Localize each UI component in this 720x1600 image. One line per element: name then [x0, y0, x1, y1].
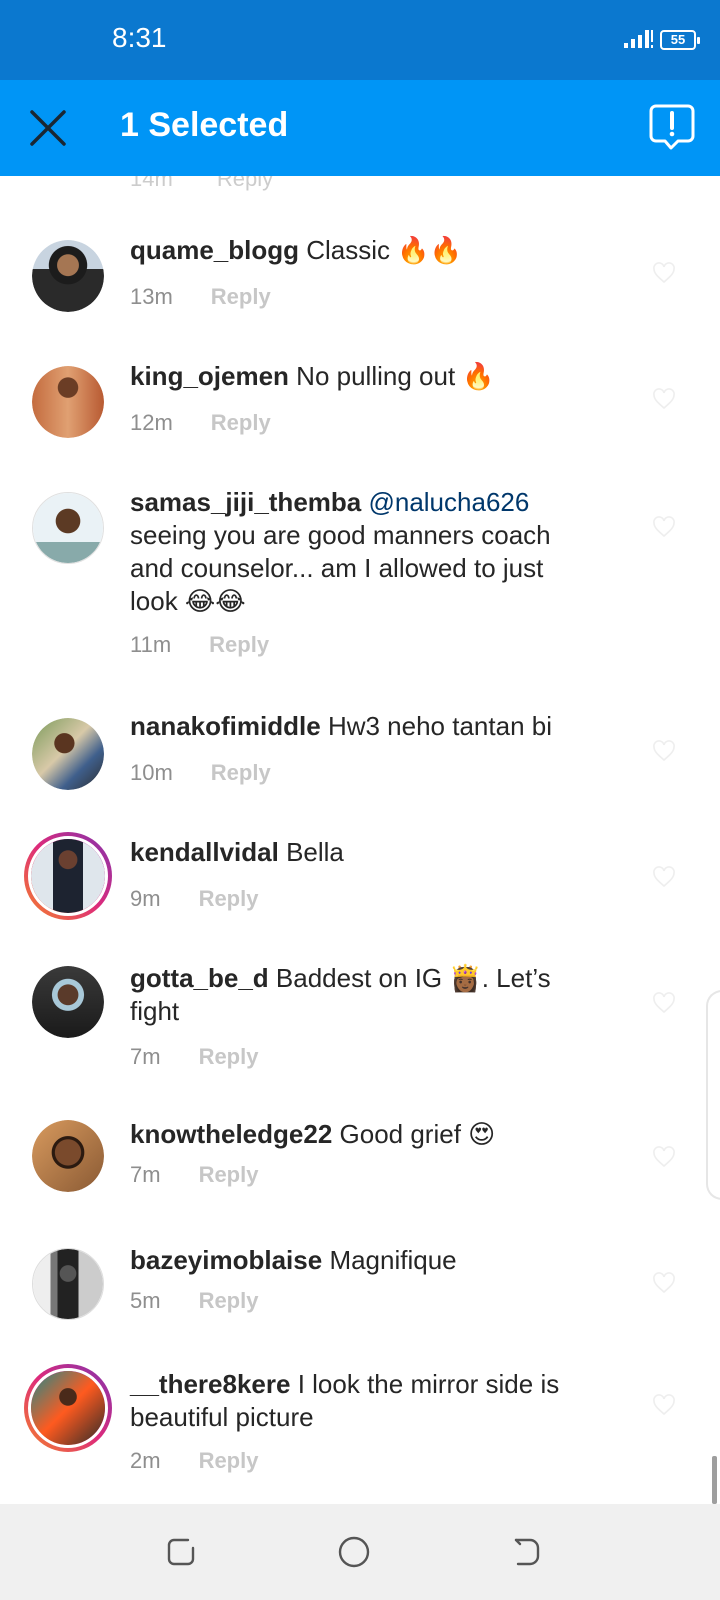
comment-meta: 5m Reply	[130, 1288, 258, 1314]
comment-text: gotta_be_d Baddest on IG 👸🏾. Let’s fight	[130, 962, 590, 1028]
avatar[interactable]	[32, 492, 104, 564]
reply-link[interactable]: Reply	[199, 1448, 259, 1473]
reply-link[interactable]: Reply	[211, 284, 271, 309]
reply-link[interactable]: Reply	[199, 1288, 259, 1313]
reply-link[interactable]: Reply	[199, 1044, 259, 1069]
comment-time: 5m	[130, 1288, 161, 1313]
comment-meta: 13m Reply	[130, 284, 271, 310]
comment-time: 14m	[130, 176, 173, 191]
scrollbar-thumb[interactable]	[712, 1456, 717, 1504]
signal-icon	[624, 30, 653, 48]
status-time: 8:31	[112, 22, 167, 53]
edge-panel-handle[interactable]	[706, 990, 720, 1200]
selection-action-bar: 1 Selected	[0, 80, 720, 176]
comment-text: king_ojemen No pulling out 🔥	[130, 360, 590, 393]
comment-body: Hw3 neho tantan bi	[327, 711, 552, 741]
avatar-story-ring[interactable]	[24, 1364, 112, 1452]
recent-apps-icon[interactable]	[164, 1534, 200, 1570]
comment-time: 12m	[130, 410, 173, 435]
comment-body: seeing you are good manners coach and co…	[130, 520, 551, 616]
comment-text: kendallvidal Bella	[130, 836, 590, 869]
comment-time: 13m	[130, 284, 173, 309]
comment-username[interactable]: quame_blogg	[130, 235, 299, 265]
comment-body: Bella	[286, 837, 344, 867]
back-icon[interactable]	[508, 1534, 544, 1570]
system-nav-bar	[0, 1504, 720, 1600]
comment-meta: 2m Reply	[130, 1448, 258, 1474]
reply-link[interactable]: Reply	[199, 886, 259, 911]
comment-time: 7m	[130, 1162, 161, 1187]
comment-meta: 7m Reply	[130, 1044, 258, 1070]
comment-meta: 12m Reply	[130, 410, 271, 436]
comment-text: quame_blogg Classic 🔥🔥	[130, 234, 590, 267]
heart-icon[interactable]	[652, 740, 676, 762]
selection-title: 1 Selected	[120, 106, 289, 144]
comment-time: 2m	[130, 1448, 161, 1473]
comment-text: bazeyimoblaise Magnifique	[130, 1244, 590, 1277]
partial-comment-meta: 14m Reply	[130, 176, 311, 192]
comment-time: 9m	[130, 886, 161, 911]
comment-text: nanakofimiddle Hw3 neho tantan bi	[130, 710, 590, 743]
comment-username[interactable]: bazeyimoblaise	[130, 1245, 322, 1275]
report-bubble-icon[interactable]	[648, 102, 696, 154]
comment-username[interactable]: samas_jiji_themba	[130, 487, 361, 517]
comment-text: __there8kere I look the mirror side is b…	[130, 1368, 590, 1434]
reply-link[interactable]: Reply	[211, 760, 271, 785]
comment-body: No pulling out 🔥	[296, 361, 495, 391]
comment-body: Good grief 😍	[339, 1119, 496, 1149]
heart-icon[interactable]	[652, 1394, 676, 1416]
avatar[interactable]	[32, 1120, 104, 1192]
reply-link[interactable]: Reply	[199, 1162, 259, 1187]
heart-icon[interactable]	[652, 866, 676, 888]
battery-indicator: 55	[660, 30, 700, 50]
comment-body: Classic 🔥🔥	[306, 235, 463, 265]
comment-meta: 7m Reply	[130, 1162, 258, 1188]
status-bar: 8:31 55	[0, 0, 720, 80]
comment-meta: 9m Reply	[130, 886, 258, 912]
comment-username[interactable]: king_ojemen	[130, 361, 289, 391]
comment-meta: 10m Reply	[130, 760, 271, 786]
reply-link[interactable]: Reply	[217, 176, 273, 191]
heart-icon[interactable]	[652, 992, 676, 1014]
heart-icon[interactable]	[652, 1272, 676, 1294]
comment-time: 11m	[130, 632, 172, 657]
comment-username[interactable]: nanakofimiddle	[130, 711, 321, 741]
reply-link[interactable]: Reply	[209, 632, 269, 657]
avatar-story-ring[interactable]	[24, 832, 112, 920]
comment-username[interactable]: gotta_be_d	[130, 963, 269, 993]
comment-username[interactable]: __there8kere	[130, 1369, 290, 1399]
heart-icon[interactable]	[652, 1146, 676, 1168]
heart-icon[interactable]	[652, 516, 676, 538]
comment-time: 7m	[130, 1044, 161, 1069]
heart-icon[interactable]	[652, 262, 676, 284]
comment-username[interactable]: knowtheledge22	[130, 1119, 332, 1149]
avatar[interactable]	[32, 366, 104, 438]
avatar[interactable]	[32, 966, 104, 1038]
comment-time: 10m	[130, 760, 173, 785]
avatar[interactable]	[32, 1248, 104, 1320]
heart-icon[interactable]	[652, 388, 676, 410]
comment-username[interactable]: kendallvidal	[130, 837, 279, 867]
comments-list[interactable]: 14m Reply quame_blogg Classic 🔥🔥 13m Repl…	[0, 176, 720, 1504]
comment-body: Magnifique	[329, 1245, 457, 1275]
close-icon[interactable]	[26, 106, 70, 150]
comment-text: knowtheledge22 Good grief 😍	[130, 1118, 590, 1151]
comment-meta: 11m Reply	[130, 632, 269, 658]
avatar[interactable]	[32, 718, 104, 790]
avatar[interactable]	[32, 240, 104, 312]
comment-mention[interactable]: @nalucha626	[368, 487, 529, 517]
comment-text: samas_jiji_themba @nalucha626 seeing you…	[130, 486, 590, 618]
reply-link[interactable]: Reply	[211, 410, 271, 435]
home-icon[interactable]	[336, 1534, 372, 1570]
